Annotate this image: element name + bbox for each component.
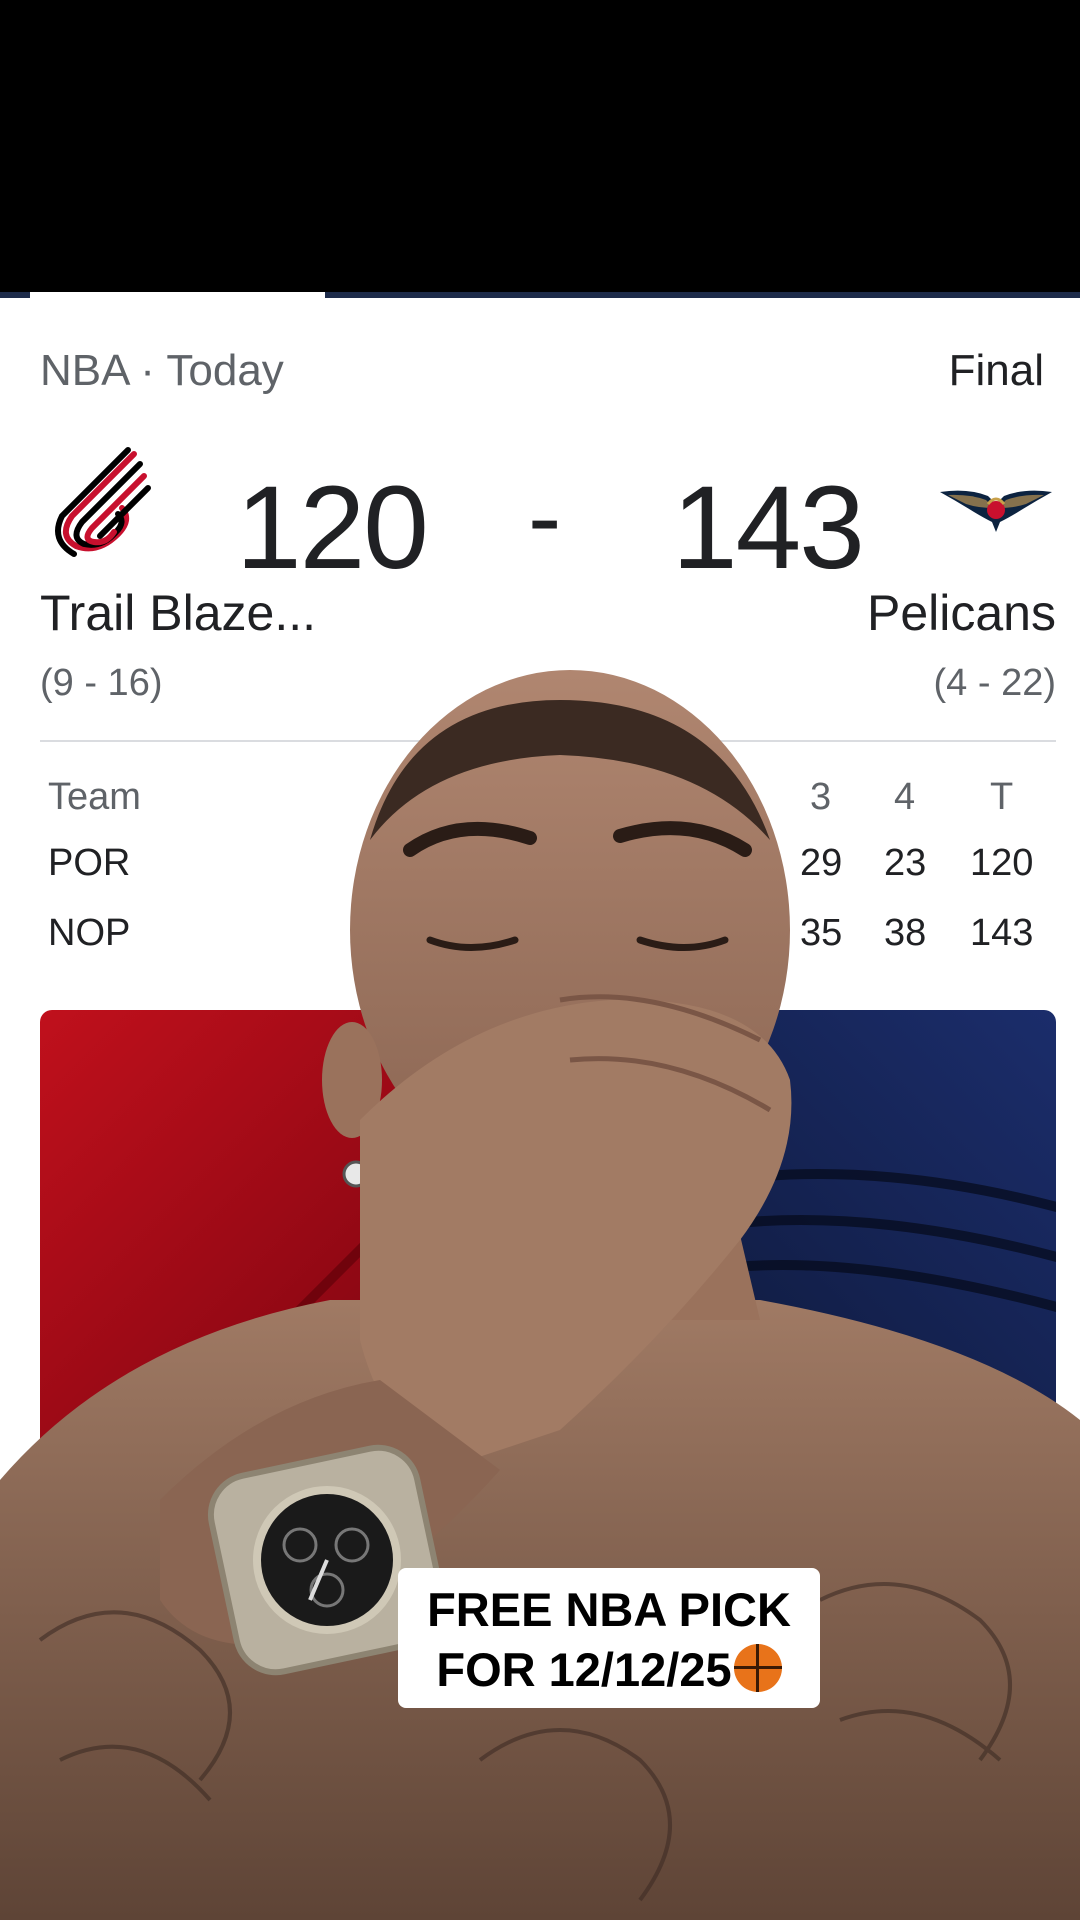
linescore-row-total: 120 — [970, 842, 1034, 884]
caption-sticker: FREE NBA PICK FOR 12/12/25 — [398, 1568, 820, 1708]
linescore-row-q3: 35 — [800, 912, 843, 954]
linescore-header-q3: 3 — [810, 776, 832, 818]
pelicans-wing-graphic — [666, 1169, 1056, 1312]
linescore-row-team: NOP — [48, 912, 131, 954]
caption-date: FOR 12/12/25 — [436, 1643, 732, 1696]
basketball-icon — [733, 1644, 782, 1692]
away-team-record: (4 - 22) — [933, 662, 1056, 704]
linescore-header-total: T — [990, 776, 1014, 818]
linescore-row-q3: 29 — [800, 842, 843, 884]
blazers-banner-half — [40, 1010, 644, 1920]
game-meta: NBA · Today — [40, 346, 284, 396]
linescore-row-q4: 23 — [884, 842, 927, 884]
score-dash: - — [528, 461, 562, 573]
pelicans-banner-half — [548, 1010, 1056, 1920]
matchup-banner[interactable] — [40, 1010, 1056, 1920]
home-team-name[interactable]: Trail Blaze... — [40, 584, 316, 642]
league-label: NBA — [40, 346, 129, 395]
letterbox-top — [0, 0, 1080, 292]
linescore-header-team: Team — [48, 776, 141, 818]
caption-line-1: FREE NBA PICK — [427, 1583, 791, 1636]
linescore-header-q2: 2 — [724, 776, 746, 818]
caption-line-2: FOR 12/12/25 — [398, 1640, 820, 1700]
blazers-stripes-graphic — [69, 1046, 644, 1792]
away-score: 143 — [672, 462, 865, 594]
meta-separator: · — [140, 346, 155, 395]
trail-blazers-logo[interactable] — [48, 446, 152, 564]
linescore-row-team: POR — [48, 842, 131, 884]
pelicans-logo[interactable] — [938, 478, 1054, 534]
away-team-name[interactable]: Pelicans — [867, 584, 1056, 642]
game-status: Final — [948, 346, 1044, 395]
linescore-row-q4: 38 — [884, 912, 927, 954]
game-day: Today — [166, 346, 284, 395]
home-team-record: (9 - 16) — [40, 662, 163, 704]
home-score: 120 — [236, 462, 429, 594]
linescore-header-q4: 4 — [894, 776, 916, 818]
divider — [40, 740, 1056, 742]
linescore-row-total: 143 — [970, 912, 1034, 954]
